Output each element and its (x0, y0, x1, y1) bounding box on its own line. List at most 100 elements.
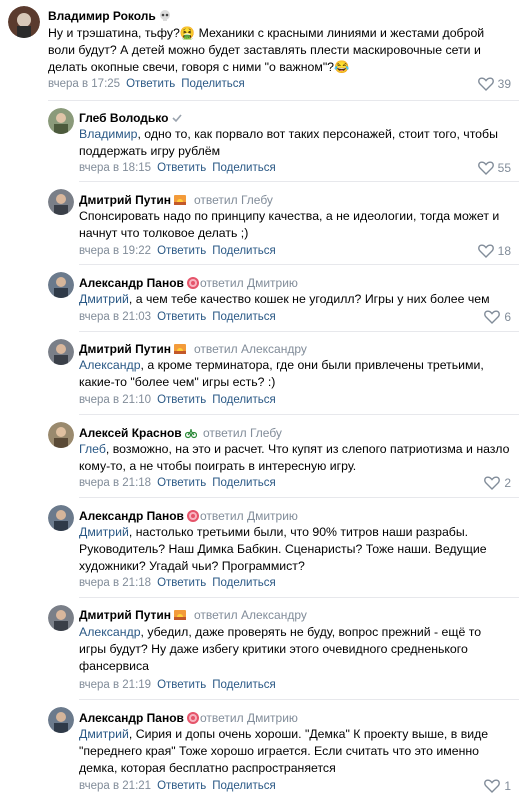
avatar[interactable] (48, 422, 74, 448)
divider (79, 597, 519, 598)
like-button[interactable]: 18 (477, 244, 511, 258)
comment-text: Спонсировать надо по принципу качества, … (79, 209, 500, 240)
share-button[interactable]: Поделиться (212, 245, 276, 257)
comment-time[interactable]: вчера в 19:22 (79, 245, 151, 257)
share-button[interactable]: Поделиться (212, 311, 276, 323)
share-button[interactable]: Поделиться (212, 394, 276, 406)
like-button[interactable]: 6 (484, 310, 511, 324)
comment-time[interactable]: вчера в 18:15 (79, 162, 151, 174)
like-count: 39 (497, 77, 511, 91)
comment-time[interactable]: вчера в 21:19 (79, 679, 151, 691)
share-button[interactable]: Поделиться (212, 162, 276, 174)
reply-button[interactable]: Ответить (157, 394, 206, 406)
comment-time[interactable]: вчера в 21:21 (79, 780, 151, 792)
mention-link[interactable]: Дмитрий (79, 727, 129, 741)
replied-to[interactable]: ответил Дмитрию (200, 276, 298, 290)
skull-emoji (159, 10, 171, 22)
comment-text: Владимир, одно то, как порвало вот таких… (79, 127, 498, 158)
sunset-emoji (174, 609, 187, 621)
comment-meta: вчера в 21:18 Ответить Поделиться (79, 477, 276, 489)
comment-time[interactable]: вчера в 21:18 (79, 577, 151, 589)
author-name[interactable]: Алексей Краснов (79, 426, 197, 440)
heart-icon (477, 161, 494, 175)
heart-icon (484, 310, 501, 324)
comment-time[interactable]: вчера в 21:18 (79, 477, 151, 489)
avatar[interactable] (48, 605, 74, 631)
mention-link[interactable]: Дмитрий (79, 292, 129, 306)
sunset-emoji (174, 194, 187, 206)
divider (79, 181, 519, 182)
author-name[interactable]: Дмитрий Путин (79, 342, 187, 356)
mention-link[interactable]: Александр (79, 625, 141, 639)
comment-time[interactable]: вчера в 17:25 (48, 78, 120, 90)
avatar[interactable] (48, 339, 74, 365)
author-name[interactable]: Дмитрий Путин (79, 193, 187, 207)
avatar[interactable] (48, 189, 74, 215)
heart-icon (477, 244, 494, 258)
author-name[interactable]: Дмитрий Путин (79, 608, 187, 622)
replied-to[interactable]: ответил Дмитрию (200, 509, 298, 523)
reply-button[interactable]: Ответить (157, 780, 206, 792)
replied-to[interactable]: ответил Александру (194, 608, 307, 622)
comment-text: Глеб, возможно, на это и расчет. Что куп… (79, 442, 510, 473)
mention-link[interactable]: Дмитрий (79, 525, 129, 539)
like-button[interactable]: 2 (484, 476, 511, 490)
divider (79, 264, 519, 265)
reply-button[interactable]: Ответить (126, 78, 175, 90)
mention-link[interactable]: Глеб (79, 442, 106, 456)
reply-button[interactable]: Ответить (157, 477, 206, 489)
comment-text: Дмитрий, Сирия и допы очень хороши. "Дем… (79, 727, 489, 775)
like-button[interactable]: 1 (484, 779, 511, 793)
divider (48, 100, 519, 101)
target-emoji (186, 712, 199, 724)
like-button[interactable]: 39 (477, 77, 511, 91)
comment-time[interactable]: вчера в 21:10 (79, 394, 151, 406)
comment-meta: вчера в 17:25 Ответить Поделиться (48, 78, 245, 90)
heart-icon (477, 77, 494, 91)
avatar[interactable] (8, 6, 40, 38)
share-button[interactable]: Поделиться (212, 577, 276, 589)
share-button[interactable]: Поделиться (212, 477, 276, 489)
comment-text: Дмитрий, настолько третьими были, что 90… (79, 525, 487, 573)
author-name[interactable]: Александр Панов (79, 509, 199, 523)
divider (79, 331, 519, 332)
reply-button[interactable]: Ответить (157, 245, 206, 257)
divider (79, 497, 519, 498)
comment-time[interactable]: вчера в 21:03 (79, 311, 151, 323)
like-button[interactable]: 55 (477, 161, 511, 175)
comment-text: Ну и трэшатина, тьфу?🤮 Механики с красны… (48, 26, 485, 74)
check-icon (171, 112, 183, 124)
replied-to[interactable]: ответил Александру (194, 342, 307, 356)
share-button[interactable]: Поделиться (181, 78, 245, 90)
like-count: 6 (504, 310, 511, 324)
avatar[interactable] (48, 707, 74, 733)
comment-text: Александр, убедил, даже проверять не буд… (79, 625, 482, 673)
like-count: 1 (504, 779, 511, 793)
replied-to[interactable]: ответил Глебу (203, 426, 282, 440)
author-name[interactable]: Александр Панов (79, 276, 199, 290)
share-button[interactable]: Поделиться (212, 780, 276, 792)
author-name[interactable]: Глеб Володько (79, 111, 183, 125)
target-emoji (186, 277, 199, 289)
reply-button[interactable]: Ответить (157, 577, 206, 589)
mention-link[interactable]: Владимир (79, 127, 137, 141)
reply-button[interactable]: Ответить (157, 162, 206, 174)
comment-meta: вчера в 21:18 Ответить Поделиться (79, 577, 276, 589)
avatar[interactable] (48, 272, 74, 298)
author-name[interactable]: Владимир Роколь (48, 9, 171, 23)
reply-button[interactable]: Ответить (157, 679, 206, 691)
reply-button[interactable]: Ответить (157, 311, 206, 323)
comment-text: Александр, а кроме терминатора, где они … (79, 358, 484, 389)
comment-meta: вчера в 19:22 Ответить Поделиться (79, 245, 276, 257)
divider (79, 699, 519, 700)
avatar[interactable] (48, 108, 74, 134)
bicycle-emoji (184, 427, 197, 439)
sunset-emoji (174, 343, 187, 355)
mention-link[interactable]: Александр (79, 358, 141, 372)
replied-to[interactable]: ответил Дмитрию (200, 711, 298, 725)
author-name[interactable]: Александр Панов (79, 711, 199, 725)
comment-meta: вчера в 21:19 Ответить Поделиться (79, 679, 276, 691)
avatar[interactable] (48, 505, 74, 531)
share-button[interactable]: Поделиться (212, 679, 276, 691)
replied-to[interactable]: ответил Глебу (194, 193, 273, 207)
